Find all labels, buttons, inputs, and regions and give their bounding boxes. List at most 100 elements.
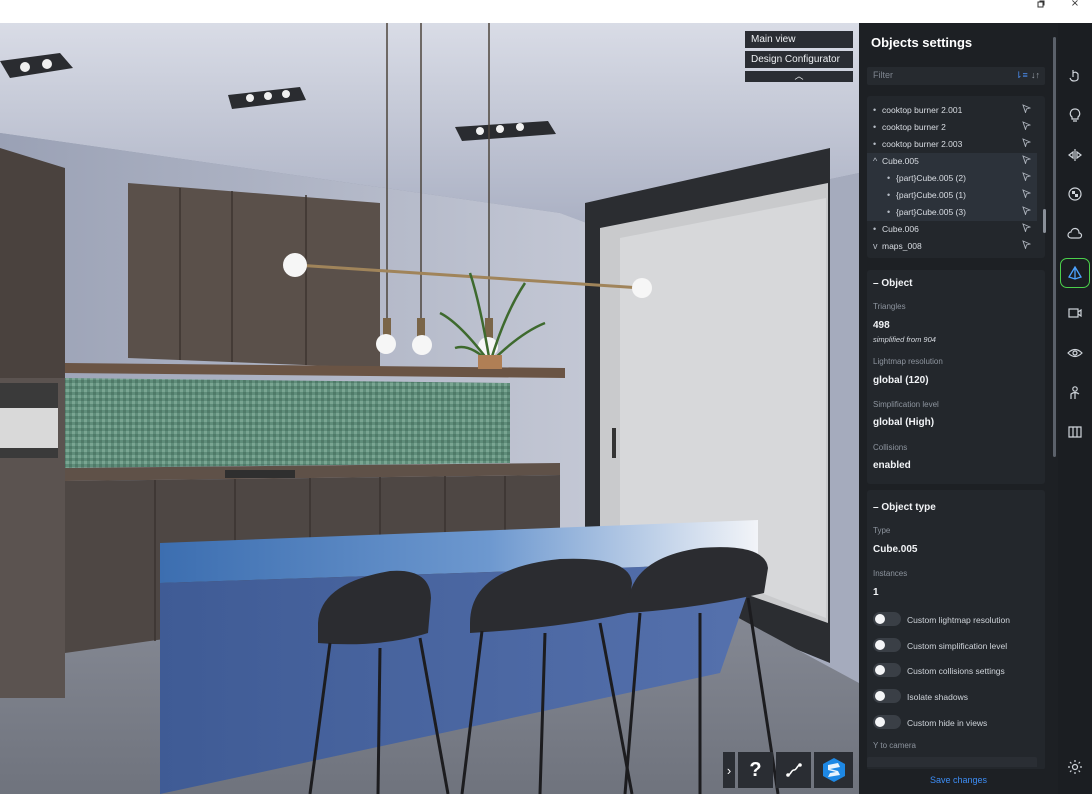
tool-rail xyxy=(1058,23,1092,794)
tree-item[interactable]: v maps_008 xyxy=(867,238,1037,255)
select-cursor-icon[interactable] xyxy=(1022,187,1032,204)
panel-scrollbar[interactable] xyxy=(1053,37,1056,457)
object-type-section-header[interactable]: – Object type xyxy=(873,502,936,513)
toggle-label[interactable]: Isolate shadows xyxy=(907,692,968,702)
collapse-views-button[interactable]: ︿ xyxy=(745,71,853,82)
tree-item[interactable]: • cooktop burner 2 xyxy=(867,119,1037,136)
tree-item[interactable]: • {part}Cube.005 (3) xyxy=(867,204,1037,221)
tree-item[interactable]: • cooktop burner 2.003 xyxy=(867,136,1037,153)
cloud-button[interactable] xyxy=(1060,219,1090,249)
triangles-note: simplified from 904 xyxy=(873,335,936,344)
type-value: Cube.005 xyxy=(873,544,918,555)
tree-item[interactable]: • cooktop burner 2.001 xyxy=(867,102,1037,119)
lightmap-value: global (120) xyxy=(873,375,929,386)
select-cursor-icon[interactable] xyxy=(1022,102,1032,119)
tree-item-label: cooktop burner 2.001 xyxy=(882,105,963,115)
mirror-button[interactable] xyxy=(1060,140,1090,170)
bullet-icon: • xyxy=(887,207,891,217)
tree-item[interactable]: ^ Cube.005 xyxy=(867,153,1037,170)
material-ball-button[interactable] xyxy=(1060,179,1090,209)
object-icon xyxy=(1068,265,1082,280)
select-cursor-icon[interactable] xyxy=(1022,238,1032,255)
y-to-camera-label: Y to camera xyxy=(873,741,916,750)
save-changes-button[interactable]: Save changes xyxy=(859,769,1058,794)
object-section-header[interactable]: – Object xyxy=(873,278,912,289)
instances-value: 1 xyxy=(873,587,879,598)
select-cursor-icon[interactable] xyxy=(1022,204,1032,221)
tree-item-label: cooktop burner 2 xyxy=(882,122,946,132)
select-cursor-icon[interactable] xyxy=(1022,170,1032,187)
map-icon xyxy=(1068,426,1082,438)
select-cursor-icon[interactable] xyxy=(1022,119,1032,136)
triangles-value: 498 xyxy=(873,320,890,331)
bulb-button[interactable] xyxy=(1060,100,1090,130)
tree-item[interactable]: • {part}Cube.005 (1) xyxy=(867,187,1037,204)
map-button[interactable] xyxy=(1060,417,1090,447)
simplification-label: Simplification level xyxy=(873,400,939,409)
tree-item-label: maps_008 xyxy=(882,241,922,251)
eye-button[interactable] xyxy=(1060,338,1090,368)
object-type-card: – Object type Type Cube.005 Instances 1 … xyxy=(867,490,1045,770)
tree-item[interactable]: • {part}Cube.005 (2) xyxy=(867,170,1037,187)
bullet-icon: • xyxy=(873,139,877,149)
mirror-icon xyxy=(1068,149,1082,161)
camera-icon xyxy=(1068,308,1082,318)
lightmap-label: Lightmap resolution xyxy=(873,357,943,366)
view-main[interactable]: Main view xyxy=(745,31,853,48)
chevron-up-icon[interactable]: ^ xyxy=(873,153,877,170)
bullet-icon: • xyxy=(887,173,891,183)
3d-viewport[interactable]: Main view Design Configurator ︿ › ? xyxy=(0,23,859,794)
toggle-label[interactable]: Custom simplification level xyxy=(907,641,1007,651)
select-cursor-icon[interactable] xyxy=(1022,136,1032,153)
bullet-icon: • xyxy=(873,122,877,132)
triangles-label: Triangles xyxy=(873,302,906,311)
path-icon xyxy=(785,763,802,777)
settings-button[interactable] xyxy=(1060,752,1090,782)
toggle-knob xyxy=(875,691,885,701)
toggle-switch[interactable] xyxy=(873,715,901,729)
toggle-switch[interactable] xyxy=(873,689,901,703)
toggle-switch[interactable] xyxy=(873,638,901,652)
toggle-label[interactable]: Custom lightmap resolution xyxy=(907,615,1010,625)
view-design-configurator[interactable]: Design Configurator xyxy=(745,51,853,68)
object-card: – Object Triangles 498 simplified from 9… xyxy=(867,270,1045,484)
select-cursor-icon[interactable] xyxy=(1022,153,1032,170)
objects-settings-panel: Objects settings Filter ⇂≡ ↓↑ • cooktop b… xyxy=(859,23,1058,794)
tree-item-label: {part}Cube.005 (1) xyxy=(896,190,966,200)
expand-toolbar-button[interactable]: › xyxy=(723,752,735,788)
app-logo-icon xyxy=(822,758,845,782)
bullet-icon: • xyxy=(873,105,877,115)
bullet-icon: • xyxy=(887,190,891,200)
cloud-icon xyxy=(1067,227,1083,239)
tree-item[interactable]: • Cube.006 xyxy=(867,221,1037,238)
toggle-knob xyxy=(875,640,885,650)
toggle-knob xyxy=(875,614,885,624)
help-button[interactable]: ? xyxy=(738,752,773,788)
sort-order-icon[interactable]: ⇂≡ xyxy=(1015,70,1028,81)
material-ball-icon xyxy=(1068,187,1082,201)
figure-button[interactable] xyxy=(1060,378,1090,408)
pointer-button[interactable] xyxy=(1060,60,1090,90)
close-icon[interactable]: × xyxy=(1068,0,1082,10)
sort-direction-icon[interactable]: ↓↑ xyxy=(1031,70,1040,80)
tree-scrollbar[interactable] xyxy=(1043,209,1046,233)
tree-item-label: Cube.006 xyxy=(882,224,919,234)
restore-icon[interactable] xyxy=(1034,0,1048,10)
bulb-icon xyxy=(1069,108,1081,122)
object-button[interactable] xyxy=(1060,258,1090,288)
select-cursor-icon[interactable] xyxy=(1022,221,1032,238)
y-to-camera-input[interactable] xyxy=(867,757,1037,767)
chevron-down-icon[interactable]: v xyxy=(873,238,878,255)
camera-button[interactable] xyxy=(1060,298,1090,328)
app-logo-button[interactable] xyxy=(814,752,853,788)
bullet-icon: • xyxy=(873,224,877,234)
toggle-switch[interactable] xyxy=(873,663,901,677)
filter-placeholder: Filter xyxy=(873,70,893,80)
path-tool-button[interactable] xyxy=(776,752,811,788)
settings-icon xyxy=(1068,760,1082,774)
filter-input[interactable]: Filter ⇂≡ ↓↑ xyxy=(867,67,1045,85)
type-label: Type xyxy=(873,526,891,535)
toggle-label[interactable]: Custom hide in views xyxy=(907,718,987,728)
toggle-label[interactable]: Custom collisions settings xyxy=(907,666,1005,676)
toggle-switch[interactable] xyxy=(873,612,901,626)
